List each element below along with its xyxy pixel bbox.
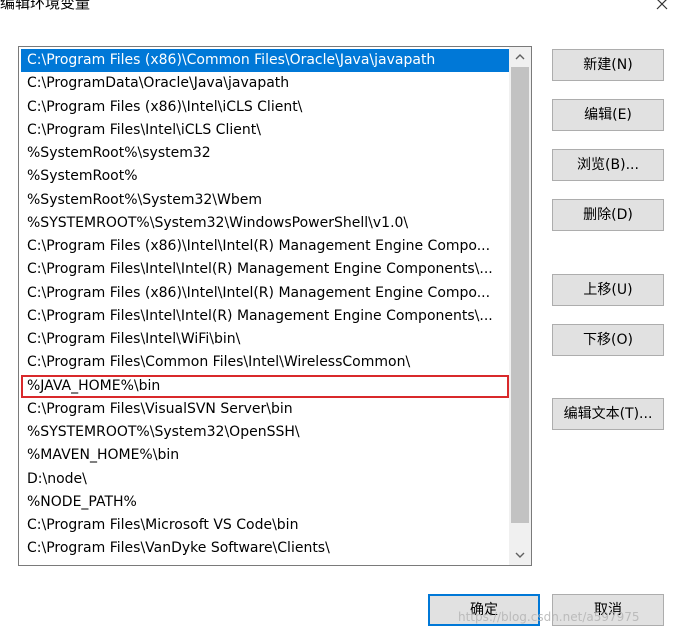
edit-button[interactable]: 编辑(E)	[552, 99, 664, 131]
path-list-item[interactable]: C:\Program Files\Common Files\Intel\Wire…	[21, 351, 509, 374]
path-list-item[interactable]: D:\node\	[21, 468, 509, 491]
path-list-item[interactable]: %SystemRoot%\system32	[21, 142, 509, 165]
edit-text-button[interactable]: 编辑文本(T)...	[552, 398, 664, 430]
dialog-title: 编辑环境变量	[0, 0, 91, 12]
path-list-item[interactable]: C:\Program Files\Intel\WiFi\bin\	[21, 328, 509, 351]
watermark: https://blog.csdn.net/a597975	[458, 610, 640, 624]
path-list-item[interactable]: C:\Program Files\VanDyke Software\Client…	[21, 537, 509, 560]
delete-button[interactable]: 删除(D)	[552, 199, 664, 231]
path-list-item[interactable]: %MAVEN_HOME%\bin	[21, 444, 509, 467]
path-list-item[interactable]: %SystemRoot%	[21, 165, 509, 188]
new-button[interactable]: 新建(N)	[552, 49, 664, 81]
close-icon[interactable]	[650, 0, 674, 16]
path-list-item[interactable]: %SystemRoot%\System32\Wbem	[21, 189, 509, 212]
path-list-item[interactable]: C:\ProgramData\Oracle\Java\javapath	[21, 72, 509, 95]
path-list-item[interactable]: C:\Program Files (x86)\Intel\iCLS Client…	[21, 96, 509, 119]
path-list-item[interactable]: C:\Program Files (x86)\Common Files\Orac…	[21, 49, 509, 72]
path-list-item[interactable]: %NODE_PATH%	[21, 491, 509, 514]
path-list-rows: C:\Program Files (x86)\Common Files\Orac…	[19, 47, 509, 565]
browse-button[interactable]: 浏览(B)...	[552, 149, 664, 181]
path-list-item[interactable]: C:\Program Files\Intel\Intel(R) Manageme…	[21, 305, 509, 328]
path-list-item[interactable]: %SYSTEMROOT%\System32\WindowsPowerShell\…	[21, 212, 509, 235]
move-down-button[interactable]: 下移(O)	[552, 324, 664, 356]
path-list-item[interactable]: C:\Program Files\Intel\iCLS Client\	[21, 119, 509, 142]
path-list-item[interactable]: C:\Program Files\VisualSVN Server\bin	[21, 398, 509, 421]
path-list[interactable]: C:\Program Files (x86)\Common Files\Orac…	[18, 46, 532, 566]
path-list-item[interactable]: C:\Program Files (x86)\Intel\Intel(R) Ma…	[21, 235, 509, 258]
scrollbar-thumb[interactable]	[511, 67, 529, 523]
path-list-item[interactable]: C:\Program Files\Microsoft VS Code\bin	[21, 514, 509, 537]
path-list-item[interactable]: %JAVA_HOME%\bin	[21, 374, 509, 398]
path-list-item[interactable]: C:\Program Files\Intel\Intel(R) Manageme…	[21, 258, 509, 281]
vertical-scrollbar[interactable]	[509, 47, 531, 565]
path-list-item[interactable]: C:\Program Files (x86)\Intel\Intel(R) Ma…	[21, 282, 509, 305]
move-up-button[interactable]: 上移(U)	[552, 274, 664, 306]
path-list-item[interactable]: %SYSTEMROOT%\System32\OpenSSH\	[21, 421, 509, 444]
edit-environment-variable-dialog: 编辑环境变量 C:\Program Files (x86)\Common Fil…	[0, 0, 678, 639]
scroll-up-icon[interactable]	[509, 47, 531, 67]
scroll-down-icon[interactable]	[509, 545, 531, 565]
